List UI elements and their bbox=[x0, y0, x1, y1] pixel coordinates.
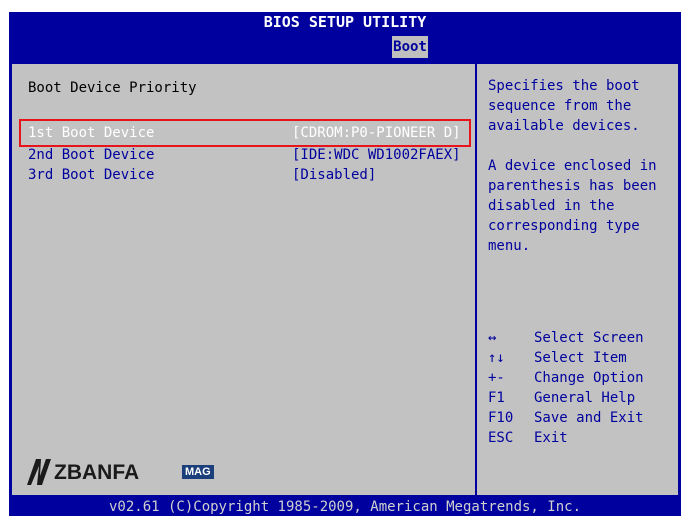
main-panel: Boot Device Priority 1st Boot Device [CD… bbox=[12, 64, 678, 495]
help-text: Specifies the boot sequence from the ava… bbox=[488, 78, 657, 254]
boot-device-value[interactable]: [IDE:WDC WD1002FAEX] bbox=[292, 145, 461, 165]
key-name: ↔ bbox=[488, 330, 497, 346]
key-row: F10 Save and Exit bbox=[488, 408, 668, 428]
key-desc: General Help bbox=[534, 390, 636, 406]
boot-device-label: 1st Boot Device bbox=[28, 125, 155, 141]
key-row: ESC Exit bbox=[488, 428, 668, 448]
key-desc: Select Screen bbox=[534, 330, 644, 346]
key-name: F10 bbox=[488, 410, 514, 426]
logo-mark-icon bbox=[27, 459, 51, 485]
bios-title: BIOS SETUP UTILITY bbox=[263, 13, 427, 31]
boot-device-value[interactable]: [CDROM:P0-PIONEER D] bbox=[292, 123, 461, 143]
logo-text: ZBANFA bbox=[54, 461, 140, 484]
boot-device-row-2[interactable]: 2nd Boot Device [IDE:WDC WD1002FAEX] bbox=[28, 145, 468, 165]
key-name: F1 bbox=[488, 390, 505, 406]
watermark-logo: ZBANFA MAG bbox=[26, 454, 226, 488]
boot-device-label: 2nd Boot Device bbox=[28, 147, 155, 163]
key-name: ESC bbox=[488, 430, 514, 446]
boot-device-row-1[interactable]: 1st Boot Device [CDROM:P0-PIONEER D] bbox=[28, 123, 468, 143]
key-name: ↑↓ bbox=[488, 350, 505, 366]
key-desc: Select Item bbox=[534, 350, 627, 366]
tab-bar: Boot bbox=[9, 36, 681, 58]
key-desc: Exit bbox=[534, 430, 568, 446]
pane-divider bbox=[475, 64, 477, 495]
key-desc: Save and Exit bbox=[534, 410, 644, 426]
section-title: Boot Device Priority bbox=[28, 80, 197, 96]
logo-badge: MAG bbox=[182, 465, 214, 479]
copyright-footer: v02.61 (C)Copyright 1985-2009, American … bbox=[108, 499, 581, 515]
key-row: F1 General Help bbox=[488, 388, 668, 408]
key-legend: ↔ Select Screen ↑↓ Select Item +- Change… bbox=[488, 328, 668, 448]
boot-device-label: 3rd Boot Device bbox=[28, 167, 155, 183]
key-desc: Change Option bbox=[534, 370, 644, 386]
key-row: ↑↓ Select Item bbox=[488, 348, 668, 368]
key-row: +- Change Option bbox=[488, 368, 668, 388]
boot-device-row-3[interactable]: 3rd Boot Device [Disabled] bbox=[28, 165, 468, 185]
key-name: +- bbox=[488, 370, 505, 386]
boot-device-pane: Boot Device Priority 1st Boot Device [CD… bbox=[12, 64, 474, 495]
help-pane: Specifies the boot sequence from the ava… bbox=[479, 64, 678, 495]
key-row: ↔ Select Screen bbox=[488, 328, 668, 348]
boot-device-value[interactable]: [Disabled] bbox=[292, 165, 376, 185]
bios-screen: BIOS SETUP UTILITY Boot Boot Device Prio… bbox=[9, 12, 681, 516]
tab-boot[interactable]: Boot bbox=[392, 36, 428, 58]
